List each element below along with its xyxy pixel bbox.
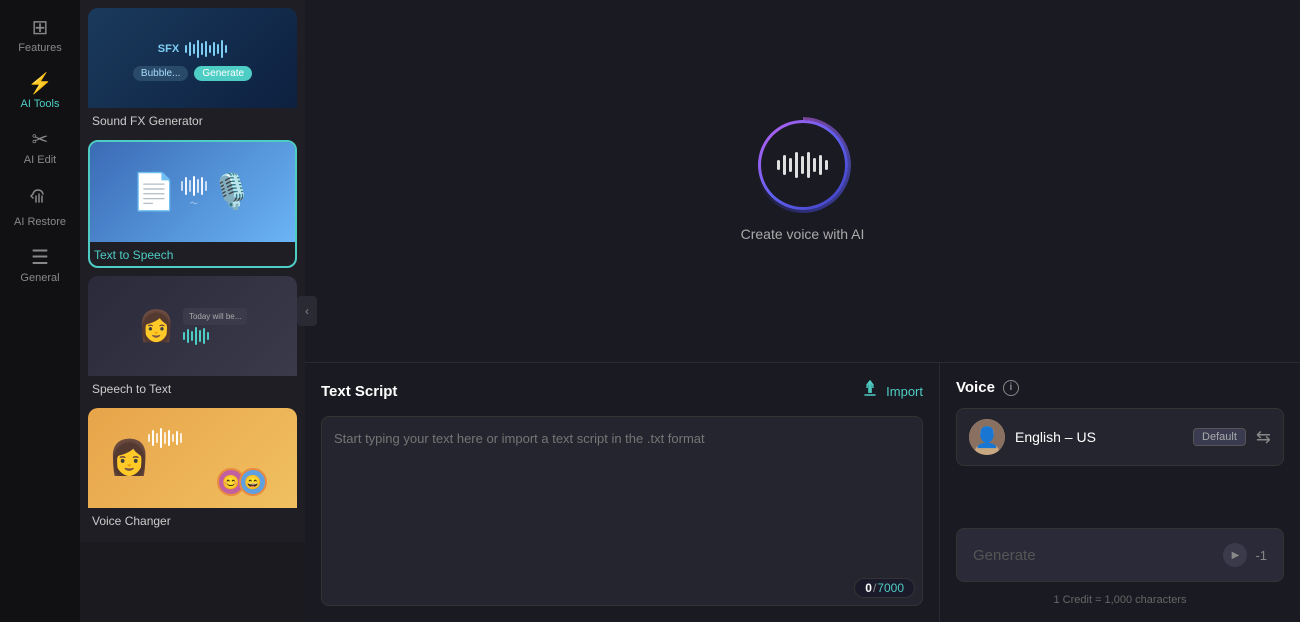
default-badge: Default — [1193, 428, 1246, 446]
sidebar-wrapper: SFX — [80, 0, 305, 622]
wave-bar-7 — [813, 158, 816, 172]
sound-fx-thumbnail: SFX — [88, 8, 297, 108]
nav-label-ai-restore: AI Restore — [14, 216, 66, 228]
nav-label-general: General — [20, 272, 59, 284]
generate-label: Generate — [973, 547, 1036, 564]
left-navigation: ⊞ Features ⚡ AI Tools ✂ AI Edit AI Resto… — [0, 0, 80, 622]
bottom-panels: Text Script Import 0 — [305, 362, 1300, 622]
ai-tools-icon: ⚡ — [28, 74, 53, 94]
sidebar-collapse-button[interactable]: ‹ — [297, 296, 317, 326]
ai-waveform — [777, 152, 828, 178]
sidebar-card-sound-fx[interactable]: SFX — [88, 8, 297, 132]
swap-icon[interactable]: ⇆ — [1256, 427, 1271, 448]
wave-bar-3 — [789, 158, 792, 172]
nav-item-general[interactable]: ☰ General — [5, 240, 75, 292]
nav-label-ai-edit: AI Edit — [24, 154, 56, 166]
preview-area: Create voice with AI — [305, 0, 1300, 362]
create-voice-label: Create voice with AI — [741, 226, 865, 242]
sidebar: SFX — [80, 0, 305, 542]
char-current: 0 — [865, 581, 872, 595]
script-textarea[interactable] — [321, 416, 923, 606]
features-icon: ⊞ — [32, 18, 49, 38]
text-area-wrapper: 0 / 7000 — [321, 416, 923, 606]
wave-bar-4 — [795, 152, 798, 178]
tts-label: Text to Speech — [90, 242, 295, 266]
nav-item-ai-edit[interactable]: ✂ AI Edit — [5, 122, 75, 174]
voice-title: Voice — [956, 379, 995, 396]
avatar — [969, 419, 1005, 455]
info-icon: i — [1003, 380, 1019, 396]
tts-thumbnail: 📄 〜 🎙️ — [90, 142, 295, 242]
stt-thumbnail: 👩 Today will be... — [88, 276, 297, 376]
import-label: Import — [886, 384, 923, 399]
nav-label-features: Features — [18, 42, 61, 54]
ai-restore-icon — [29, 186, 51, 212]
text-script-panel: Text Script Import 0 — [305, 363, 940, 622]
generate-right: ▶ -1 — [1223, 543, 1267, 567]
wave-bar-6 — [807, 152, 810, 178]
voice-panel: Voice i English – US Default ⇆ — [940, 363, 1300, 622]
import-icon — [860, 379, 880, 404]
char-separator: / — [873, 581, 876, 595]
ai-voice-circle — [758, 120, 848, 210]
general-icon: ☰ — [31, 248, 49, 268]
voice-selector[interactable]: English – US Default ⇆ — [956, 408, 1284, 466]
sidebar-card-text-to-speech[interactable]: 📄 〜 🎙️ — [88, 140, 297, 268]
sidebar-card-speech-to-text[interactable]: 👩 Today will be... — [88, 276, 297, 400]
char-max: 7000 — [877, 581, 904, 595]
wave-bar-9 — [825, 160, 828, 170]
generate-play-icon: ▶ — [1223, 543, 1247, 567]
ai-edit-icon: ✂ — [32, 130, 49, 150]
import-button[interactable]: Import — [860, 379, 923, 404]
nav-item-features[interactable]: ⊞ Features — [5, 10, 75, 62]
text-script-title: Text Script — [321, 383, 397, 400]
vc-label: Voice Changer — [88, 508, 297, 532]
wave-bar-1 — [777, 160, 780, 170]
sidebar-card-voice-changer[interactable]: 👩 😊 😄 — [88, 408, 297, 532]
nav-item-ai-restore[interactable]: AI Restore — [5, 178, 75, 236]
voice-name: English – US — [1015, 429, 1183, 445]
nav-item-ai-tools[interactable]: ⚡ AI Tools — [5, 66, 75, 118]
wave-bar-5 — [801, 156, 804, 174]
char-counter: 0 / 7000 — [854, 578, 915, 598]
generate-button[interactable]: Generate ▶ -1 — [956, 528, 1284, 582]
text-script-header: Text Script Import — [321, 379, 923, 404]
main-content: Create voice with AI Text Script Impo — [305, 0, 1300, 622]
wave-bar-2 — [783, 155, 786, 175]
credit-cost: -1 — [1255, 548, 1267, 563]
wave-bar-8 — [819, 155, 822, 175]
nav-label-ai-tools: AI Tools — [21, 98, 60, 110]
avatar-image — [969, 419, 1005, 455]
credit-info: 1 Credit = 1,000 characters — [956, 594, 1284, 606]
vc-thumbnail: 👩 😊 😄 — [88, 408, 297, 508]
stt-label: Speech to Text — [88, 376, 297, 400]
voice-header: Voice i — [956, 379, 1284, 396]
sound-fx-label: Sound FX Generator — [88, 108, 297, 132]
